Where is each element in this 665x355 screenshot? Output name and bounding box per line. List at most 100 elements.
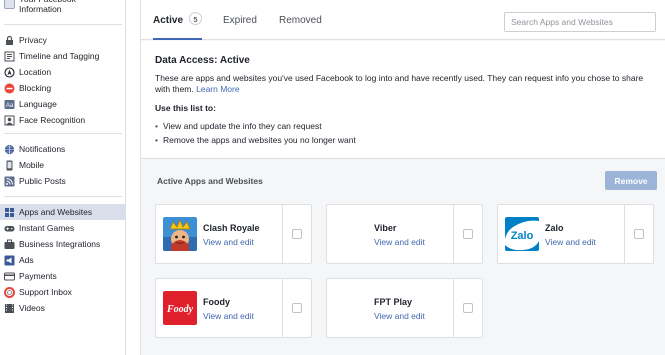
sidebar-item-public-posts[interactable]: Public Posts (0, 173, 126, 189)
sidebar-item-face-recognition[interactable]: Face Recognition (0, 112, 126, 128)
lifebuoy-icon (4, 286, 15, 298)
mobile-icon (4, 160, 15, 171)
location-icon (4, 66, 15, 78)
tab-label: Expired (223, 15, 257, 26)
tab-removed[interactable]: Removed (279, 0, 322, 40)
apps-icon (4, 207, 15, 218)
view-and-edit-link[interactable]: View and edit (374, 311, 425, 321)
sidebar-item-language[interactable]: Aa Language (0, 96, 126, 112)
app-select-checkbox[interactable] (292, 303, 302, 313)
data-access-info: Data Access: Active These are apps and w… (141, 41, 665, 159)
app-name: Viber (374, 223, 397, 233)
sidebar-item-payments[interactable]: Payments (0, 268, 126, 284)
card-divider (282, 205, 283, 263)
sidebar-item-label: Mobile (19, 160, 45, 170)
card-divider (453, 205, 454, 263)
svg-text:Zalo: Zalo (511, 230, 534, 242)
search-input[interactable] (504, 12, 656, 32)
tab-expired[interactable]: Expired (223, 0, 257, 40)
sidebar-divider (4, 133, 122, 134)
video-icon (4, 303, 15, 314)
app-name: FPT Play (374, 297, 413, 307)
sidebar-item-support-inbox[interactable]: Support Inbox (0, 284, 126, 300)
sidebar-item-label: Language (19, 99, 57, 109)
sidebar-item-notifications[interactable]: Notifications (0, 141, 126, 157)
sidebar-item-mobile[interactable]: Mobile (0, 157, 126, 173)
view-and-edit-link[interactable]: View and edit (545, 237, 596, 247)
sidebar-item-label: Apps and Websites (19, 207, 93, 217)
sidebar-item-business-integrations[interactable]: Business Integrations (0, 236, 126, 252)
sidebar-item-ads[interactable]: Ads (0, 252, 126, 268)
sidebar-item-label: Payments (19, 271, 57, 281)
sidebar-item-label: Notifications (19, 144, 66, 154)
card-divider (282, 279, 283, 337)
facebook-info-icon (4, 0, 15, 9)
sidebar-item-label: Ads (19, 255, 34, 265)
timeline-icon (4, 51, 15, 62)
sidebar-item-privacy[interactable]: Privacy (0, 32, 126, 48)
svg-text:Foody: Foody (166, 304, 194, 315)
sidebar-item-instant-games[interactable]: Instant Games (0, 220, 126, 236)
app-card-clash-royale: Clash Royale View and edit (155, 204, 312, 264)
app-card-viber: Viber View and edit (326, 204, 483, 264)
sidebar-item-blocking[interactable]: Blocking (0, 80, 126, 96)
language-icon: Aa (4, 99, 15, 110)
sidebar-item-label: Instant Games (19, 223, 75, 233)
globe-icon (4, 144, 15, 155)
learn-more-link[interactable]: Learn More (196, 84, 239, 94)
app-select-checkbox[interactable] (463, 303, 473, 313)
tab-label: Active (153, 15, 184, 26)
app-select-checkbox[interactable] (634, 229, 644, 239)
business-icon (4, 239, 15, 250)
sidebar-group-2: Notifications Mobile Public Posts (0, 141, 126, 189)
app-name: Zalo (545, 223, 564, 233)
card-divider (624, 205, 625, 263)
app-name: Foody (203, 297, 230, 307)
tab-count-badge: 5 (189, 12, 203, 25)
info-description: These are apps and websites you've used … (155, 73, 644, 94)
clash-royale-logo (163, 217, 197, 251)
sidebar-group-3: Apps and Websites Instant Games Business… (0, 204, 126, 316)
ads-icon (4, 255, 15, 266)
svg-text:Aa: Aa (6, 103, 14, 109)
sidebar-item-label: Business Integrations (19, 239, 101, 249)
view-and-edit-link[interactable]: View and edit (203, 237, 254, 247)
payments-icon (4, 271, 15, 282)
sidebar-item-your-facebook-information[interactable]: Your Facebook Information (19, 0, 119, 14)
blocking-icon (4, 83, 15, 94)
tab-bar: Active 5 Expired Removed (141, 0, 665, 40)
sidebar-item-videos[interactable]: Videos (0, 300, 126, 316)
sidebar-item-label: Public Posts (19, 176, 66, 186)
remove-button[interactable]: Remove (605, 171, 657, 190)
app-card-zalo: Zalo Zalo View and edit (497, 204, 654, 264)
list-item: View and update the info they can reques… (155, 121, 322, 131)
lock-icon (4, 35, 15, 46)
view-and-edit-link[interactable]: View and edit (203, 311, 254, 321)
settings-sidebar: Your Facebook Information Privacy Timeli… (0, 0, 126, 355)
sidebar-item-label: Location (19, 67, 52, 77)
list-heading: Use this list to: (155, 103, 216, 113)
sidebar-divider (4, 196, 122, 197)
sidebar-item-apps-and-websites[interactable]: Apps and Websites (0, 204, 126, 220)
sidebar-item-label: Support Inbox (19, 287, 72, 297)
view-and-edit-link[interactable]: View and edit (374, 237, 425, 247)
sidebar-item-label: Blocking (19, 83, 52, 93)
app-select-checkbox[interactable] (292, 229, 302, 239)
face-recognition-icon (4, 115, 15, 126)
app-select-checkbox[interactable] (463, 229, 473, 239)
app-card-fpt-play: FPT Play View and edit (326, 278, 483, 338)
list-item: Remove the apps and websites you no long… (155, 135, 356, 145)
zalo-logo: Zalo (505, 217, 539, 251)
sidebar-item-label: Videos (19, 303, 45, 313)
tab-active[interactable]: Active 5 (153, 0, 203, 40)
games-icon (4, 223, 15, 234)
app-card-foody: Foody Foody View and edit (155, 278, 312, 338)
sidebar-divider (4, 24, 122, 25)
sidebar-item-location[interactable]: Location (0, 64, 126, 80)
card-divider (453, 279, 454, 337)
sidebar-item-label: Face Recognition (19, 115, 86, 125)
apps-and-websites-panel: Active 5 Expired Removed Data Access: Act… (140, 0, 665, 355)
rss-icon (4, 176, 15, 187)
sidebar-item-timeline-tagging[interactable]: Timeline and Tagging (0, 48, 126, 64)
sidebar-group-1: Privacy Timeline and Tagging Location Bl… (0, 32, 126, 128)
